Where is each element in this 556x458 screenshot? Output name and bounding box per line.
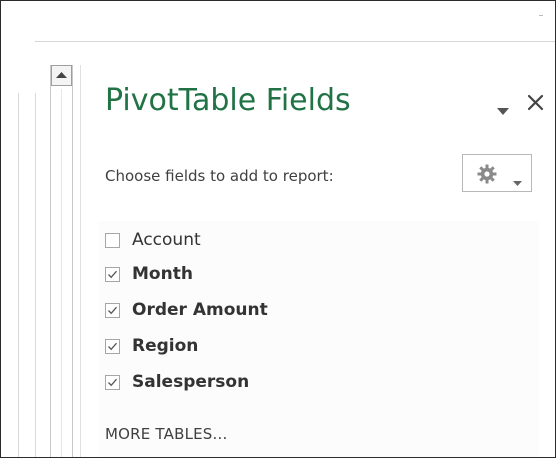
tools-button[interactable] <box>462 154 532 192</box>
field-list: Account Month Order Amount Region Salesp… <box>99 221 539 457</box>
field-label: Salesperson <box>132 372 250 392</box>
field-checkbox[interactable] <box>105 232 120 248</box>
chevron-down-icon[interactable] <box>497 100 509 119</box>
worksheet-gridline <box>18 93 19 457</box>
checkmark-icon <box>108 378 117 386</box>
checkmark-icon <box>108 306 117 314</box>
checkmark-icon <box>108 342 117 350</box>
top-dash-mark <box>539 15 543 16</box>
close-icon[interactable] <box>527 94 544 115</box>
field-label: Order Amount <box>132 300 268 320</box>
worksheet-gridline <box>35 93 36 457</box>
pane-separator <box>80 65 81 457</box>
field-checkbox[interactable] <box>105 374 120 390</box>
vertical-scrollbar[interactable] <box>50 65 73 457</box>
field-label: Account <box>132 230 201 250</box>
more-tables-link[interactable]: MORE TABLES... <box>105 425 227 443</box>
field-item-order-amount[interactable]: Order Amount <box>105 295 268 325</box>
pane-title: PivotTable Fields <box>105 83 351 118</box>
field-label: Month <box>132 264 193 284</box>
pane-title-controls <box>497 93 549 115</box>
field-item-month[interactable]: Month <box>105 259 193 289</box>
field-label: Region <box>132 336 199 356</box>
field-checkbox[interactable] <box>105 302 120 318</box>
scroll-track[interactable] <box>61 89 62 457</box>
field-item-region[interactable]: Region <box>105 331 198 361</box>
chevron-down-icon <box>513 171 522 190</box>
field-checkbox[interactable] <box>105 266 120 282</box>
field-item-salesperson[interactable]: Salesperson <box>105 367 249 397</box>
triangle-up-icon <box>56 72 67 78</box>
pane-instructions: Choose fields to add to report: <box>105 167 334 185</box>
top-divider <box>35 41 555 42</box>
pivot-fields-window: PivotTable Fields Choose fields to add t… <box>0 0 556 458</box>
scroll-up-button[interactable] <box>51 65 72 86</box>
field-checkbox[interactable] <box>105 338 120 354</box>
gear-icon <box>477 164 497 188</box>
checkmark-icon <box>108 270 117 278</box>
field-item-account[interactable]: Account <box>105 225 201 255</box>
